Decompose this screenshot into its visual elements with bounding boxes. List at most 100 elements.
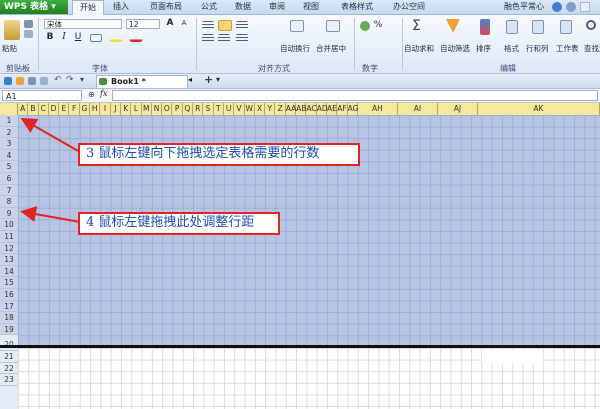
minimize-ribbon-icon[interactable] (580, 2, 590, 12)
new-tab-icon[interactable]: + (204, 73, 213, 86)
column-header-p[interactable]: P (173, 103, 183, 115)
zoom-icon[interactable]: ⊕ (88, 90, 95, 99)
tab-data[interactable]: 数据 (230, 0, 256, 14)
row-header-14[interactable]: 14 (0, 265, 18, 278)
row-header-13[interactable]: 13 (0, 254, 18, 266)
column-header-ad[interactable]: AD (317, 103, 328, 115)
fill-color-icon[interactable] (110, 33, 122, 42)
row-header-19[interactable]: 19 (0, 323, 18, 336)
row-header-7[interactable]: 7 (0, 184, 18, 197)
find-icon[interactable] (586, 20, 596, 30)
column-header-o[interactable]: O (162, 103, 173, 115)
redo-icon[interactable]: ↷ (66, 75, 74, 85)
select-all-corner[interactable] (0, 103, 18, 115)
tab-home[interactable]: 开始 (72, 0, 104, 15)
column-header-k[interactable]: K (121, 103, 132, 115)
customize-toolbar-icon[interactable]: ▾ (80, 75, 84, 84)
column-header-q[interactable]: Q (183, 103, 194, 115)
align-bottom-icon[interactable] (236, 21, 248, 30)
tab-table-style[interactable]: 表格样式 (336, 0, 378, 14)
column-header-ah[interactable]: AH (358, 103, 398, 115)
row-header-6[interactable]: 6 (0, 173, 18, 185)
font-name-select[interactable]: 宋体 (44, 19, 122, 29)
row-header-1[interactable]: 1 (0, 115, 18, 127)
row-header-23[interactable]: 23 (0, 374, 18, 386)
filter-icon[interactable] (446, 19, 460, 33)
find-button[interactable]: 查找选 (584, 43, 600, 54)
wrap-text-button[interactable]: 自动换行 (280, 43, 310, 54)
row-header-11[interactable]: 11 (0, 231, 18, 243)
row-header-4[interactable]: 4 (0, 149, 18, 162)
cut-icon[interactable] (24, 20, 33, 28)
format-button[interactable]: 格式 (504, 43, 519, 54)
autosum-icon[interactable]: Σ (412, 18, 421, 34)
column-header-af[interactable]: AF (337, 103, 348, 115)
align-center-icon[interactable] (218, 34, 230, 43)
merge-center-button[interactable]: 合并居中 (316, 43, 346, 54)
column-header-r[interactable]: R (193, 103, 204, 115)
currency-icon[interactable] (360, 21, 370, 31)
column-header-d[interactable]: D (49, 103, 60, 115)
row-column-icon[interactable] (532, 20, 544, 34)
column-header-aa[interactable]: AA (286, 103, 296, 115)
column-header-a[interactable]: A (18, 103, 29, 115)
new-tab-dropdown-icon[interactable]: ▾ (216, 75, 220, 84)
column-header-h[interactable]: H (90, 103, 101, 115)
wps-app-button[interactable]: WPS 表格 ▾ (0, 0, 68, 14)
row-header-3[interactable]: 3 (0, 138, 18, 150)
column-header-s[interactable]: S (203, 103, 214, 115)
font-color-icon[interactable] (130, 33, 142, 42)
sort-button[interactable]: 排序 (476, 43, 491, 54)
column-header-z[interactable]: Z (276, 103, 286, 115)
column-header-ai[interactable]: AI (398, 103, 438, 115)
column-header-b[interactable]: B (28, 103, 39, 115)
print-icon[interactable] (28, 77, 36, 85)
align-right-icon[interactable] (236, 34, 248, 43)
grow-font-button[interactable]: A (164, 18, 176, 29)
column-header-x[interactable]: X (255, 103, 266, 115)
column-header-m[interactable]: M (142, 103, 152, 115)
name-box[interactable]: A1 (2, 90, 82, 101)
tab-formula[interactable]: 公式 (196, 0, 222, 14)
row-header-10[interactable]: 10 (0, 219, 18, 231)
align-top-icon[interactable] (202, 21, 214, 30)
paste-icon[interactable] (4, 20, 20, 40)
row-header-2[interactable]: 2 (0, 126, 18, 139)
column-header-i[interactable]: I (100, 103, 111, 115)
column-header-ag[interactable]: AG (348, 103, 358, 115)
column-header-w[interactable]: W (245, 103, 255, 115)
column-header-u[interactable]: U (224, 103, 235, 115)
user-name[interactable]: 融色平常心 (500, 0, 548, 14)
column-header-n[interactable]: N (152, 103, 163, 115)
column-header-ak[interactable]: AK (478, 103, 600, 115)
row-header-15[interactable]: 15 (0, 277, 18, 289)
column-header-t[interactable]: T (214, 103, 224, 115)
column-header-v[interactable]: V (234, 103, 245, 115)
column-header-y[interactable]: Y (265, 103, 276, 115)
column-header-j[interactable]: J (111, 103, 121, 115)
percent-button[interactable]: % (372, 20, 384, 31)
merge-center-icon[interactable] (326, 20, 340, 32)
row-column-button[interactable]: 行和列 (526, 43, 549, 54)
row-header-21[interactable]: 21 (0, 351, 18, 363)
tab-review[interactable]: 审阅 (264, 0, 290, 14)
autosum-button[interactable]: 自动求和 (404, 43, 434, 54)
paste-button-label[interactable]: 粘贴 (2, 43, 17, 54)
shrink-font-button[interactable]: A (178, 18, 190, 29)
sort-icon[interactable] (480, 19, 490, 35)
autofilter-button[interactable]: 自动筛选 (440, 43, 470, 54)
row-header-9[interactable]: 9 (0, 207, 18, 220)
insert-function-icon[interactable]: fx (100, 89, 107, 98)
worksheet-icon[interactable] (560, 20, 572, 34)
column-header-ac[interactable]: AC (306, 103, 317, 115)
column-header-c[interactable]: C (39, 103, 49, 115)
row-resize-drag-line[interactable] (0, 345, 600, 348)
row-header-12[interactable]: 12 (0, 242, 18, 255)
copy-icon[interactable] (24, 30, 33, 38)
border-icon[interactable] (90, 34, 102, 42)
tab-insert[interactable]: 插入 (108, 0, 134, 14)
print-preview-icon[interactable] (40, 77, 48, 85)
column-header-ab[interactable]: AB (296, 103, 307, 115)
format-icon[interactable] (506, 20, 518, 34)
column-header-f[interactable]: F (70, 103, 80, 115)
